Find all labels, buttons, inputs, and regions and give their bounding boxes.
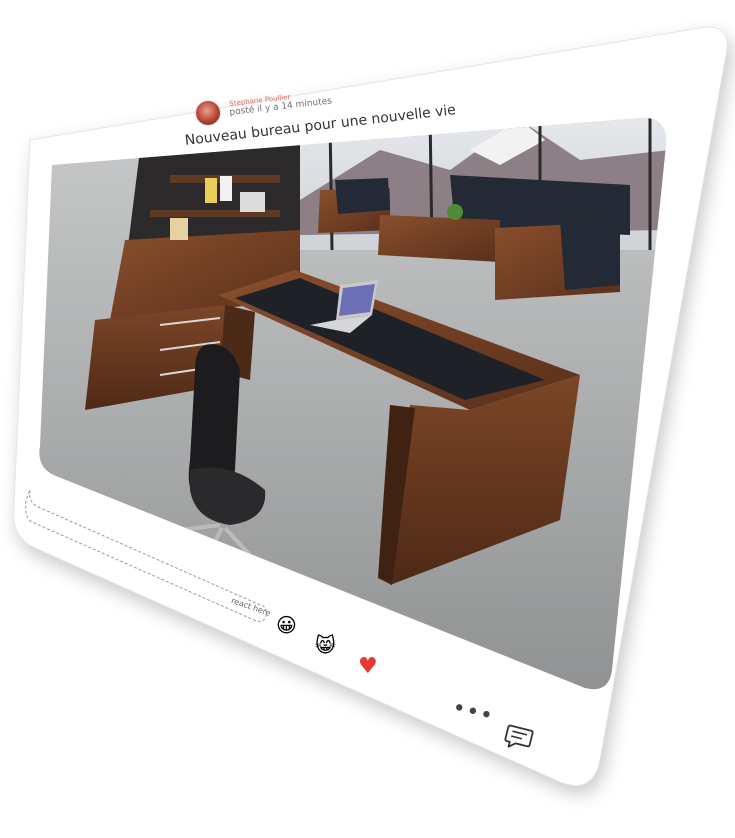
post-card: Stephane Poullier posté il y a 14 minute…	[0, 0, 735, 838]
comment-icon[interactable]	[503, 722, 535, 754]
cat-reaction-button[interactable]: 😸	[315, 635, 336, 655]
smile-reaction-button[interactable]: 😀	[276, 615, 297, 635]
heart-reaction-button[interactable]: ♥	[358, 656, 378, 678]
avatar[interactable]	[196, 101, 220, 125]
